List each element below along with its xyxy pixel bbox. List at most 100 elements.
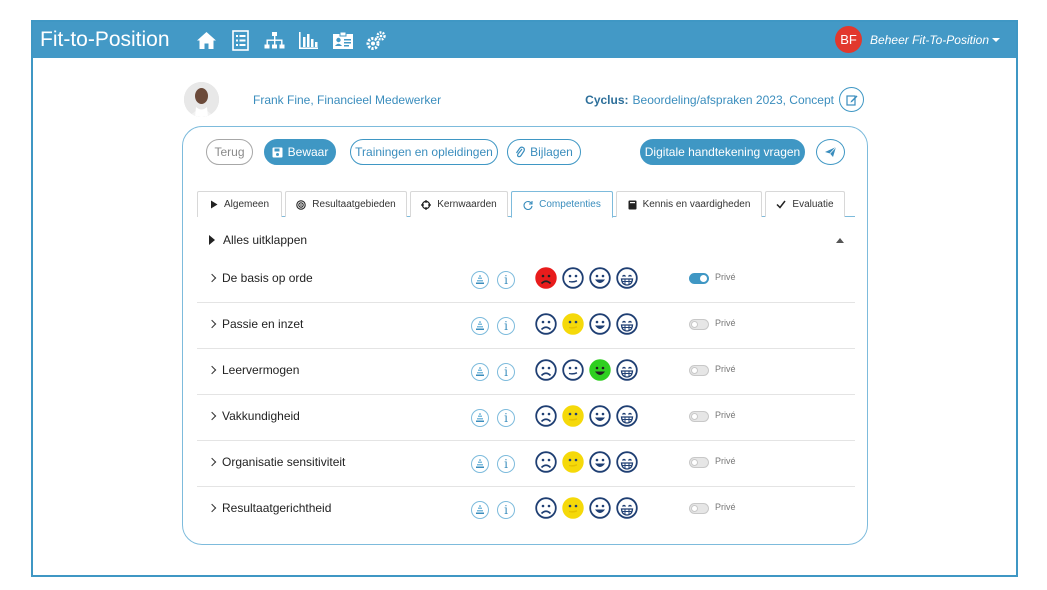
rating-happy-icon[interactable]: [589, 267, 611, 294]
private-toggle[interactable]: [689, 411, 709, 422]
private-toggle[interactable]: [689, 503, 709, 514]
competency-label[interactable]: De basis op orde: [222, 271, 313, 285]
ladder-icon[interactable]: [471, 363, 489, 381]
private-toggle[interactable]: [689, 457, 709, 468]
rating-grin-icon[interactable]: [616, 405, 638, 432]
ladder-icon[interactable]: [471, 271, 489, 289]
rating-happy-icon[interactable]: [589, 497, 611, 524]
competency-label[interactable]: Passie en inzet: [222, 317, 303, 331]
tab-evaluatie[interactable]: Evaluatie: [765, 191, 845, 217]
send-button[interactable]: [816, 139, 845, 165]
chevron-right-icon[interactable]: [207, 319, 217, 329]
private-label: Privé: [715, 318, 736, 328]
ladder-icon[interactable]: [471, 501, 489, 519]
user-menu-label[interactable]: Beheer Fit-To-Position: [870, 33, 1000, 47]
id-card-icon[interactable]: [331, 29, 354, 51]
chevron-right-icon[interactable]: [207, 411, 217, 421]
competency-row[interactable]: Vakkundigheid i Privé: [197, 395, 855, 441]
org-chart-icon[interactable]: [263, 29, 286, 51]
rating-scale: [535, 359, 638, 386]
rating-neutral-icon[interactable]: [562, 497, 584, 524]
chevron-right-icon[interactable]: [207, 273, 217, 283]
rating-happy-icon[interactable]: [589, 405, 611, 432]
crosshair-icon: [421, 199, 432, 210]
cycle-label: Cyclus:: [585, 92, 629, 107]
competency-row[interactable]: Organisatie sensitiviteit i Privé: [197, 441, 855, 487]
private-toggle[interactable]: [689, 365, 709, 376]
user-menu[interactable]: BF Beheer Fit-To-Position: [835, 26, 1000, 53]
competency-label[interactable]: Vakkundigheid: [222, 409, 300, 423]
info-icon[interactable]: i: [497, 409, 515, 427]
tab-algemeen[interactable]: Algemeen: [197, 191, 282, 217]
rating-grin-icon[interactable]: [616, 451, 638, 478]
app-title[interactable]: Fit-to-Position: [40, 28, 195, 52]
cycle-value: Beoordeling/afspraken 2023, Concept: [632, 92, 834, 107]
request-signature-button[interactable]: Digitale handtekening vragen: [640, 139, 805, 165]
attachments-button[interactable]: Bijlagen: [507, 139, 581, 165]
caret-right-icon: [209, 235, 215, 245]
competency-row[interactable]: Passie en inzet i Privé: [197, 303, 855, 349]
info-icon[interactable]: i: [497, 501, 515, 519]
info-icon[interactable]: i: [497, 455, 515, 473]
competency-label[interactable]: Organisatie sensitiviteit: [222, 455, 345, 469]
rating-happy-icon[interactable]: [589, 313, 611, 340]
tab-competenties[interactable]: Competenties: [511, 191, 613, 218]
rating-happy-icon[interactable]: [589, 359, 611, 386]
expand-all-toggle[interactable]: Alles uitklappen: [209, 233, 307, 247]
rating-neutral-icon[interactable]: [562, 359, 584, 386]
rating-sad-icon[interactable]: [535, 267, 557, 294]
competency-label[interactable]: Resultaatgerichtheid: [222, 501, 331, 515]
target-icon: [296, 199, 307, 210]
chevron-right-icon[interactable]: [207, 503, 217, 513]
rating-happy-icon[interactable]: [589, 451, 611, 478]
rating-grin-icon[interactable]: [616, 359, 638, 386]
tab-resultaatgebieden[interactable]: Resultaatgebieden: [285, 191, 407, 217]
bar-chart-icon[interactable]: [297, 29, 320, 51]
private-label: Privé: [715, 502, 736, 512]
rating-neutral-icon[interactable]: [562, 451, 584, 478]
collapse-panel-icon[interactable]: [836, 238, 844, 243]
private-toggle[interactable]: [689, 319, 709, 330]
ladder-icon[interactable]: [471, 409, 489, 427]
private-toggle[interactable]: [689, 273, 709, 284]
info-icon[interactable]: i: [497, 317, 515, 335]
rating-grin-icon[interactable]: [616, 497, 638, 524]
settings-icon[interactable]: [365, 29, 388, 51]
ladder-icon[interactable]: [471, 455, 489, 473]
trainings-button[interactable]: Trainingen en opleidingen: [350, 139, 498, 165]
rating-scale: [535, 313, 638, 340]
private-label: Privé: [715, 272, 736, 282]
rating-sad-icon[interactable]: [535, 359, 557, 386]
toggle-knob: [691, 321, 698, 328]
rating-sad-icon[interactable]: [535, 313, 557, 340]
save-button[interactable]: Bewaar: [264, 139, 336, 165]
user-avatar[interactable]: BF: [835, 26, 863, 53]
info-icon[interactable]: i: [497, 363, 515, 381]
toggle-knob: [691, 413, 698, 420]
competency-row[interactable]: De basis op orde i Privé: [197, 257, 855, 303]
back-button[interactable]: Terug: [206, 139, 253, 165]
competency-row[interactable]: Resultaatgerichtheid i Privé: [197, 487, 855, 533]
rating-grin-icon[interactable]: [616, 313, 638, 340]
tab-kennis-en-vaardigheden[interactable]: Kennis en vaardigheden: [616, 191, 762, 217]
rating-grin-icon[interactable]: [616, 267, 638, 294]
tab-kernwaarden[interactable]: Kernwaarden: [410, 191, 508, 217]
info-icon[interactable]: i: [497, 271, 515, 289]
tab-bar: Algemeen Resultaatgebieden Kernwaarden C…: [197, 191, 855, 218]
chevron-right-icon[interactable]: [207, 365, 217, 375]
rating-neutral-icon[interactable]: [562, 267, 584, 294]
list-icon[interactable]: [229, 29, 252, 51]
rating-sad-icon[interactable]: [535, 497, 557, 524]
competency-label[interactable]: Leervermogen: [222, 363, 299, 377]
chevron-right-icon[interactable]: [207, 457, 217, 467]
competency-row[interactable]: Leervermogen i Privé: [197, 349, 855, 395]
rating-neutral-icon[interactable]: [562, 405, 584, 432]
home-icon[interactable]: [195, 29, 218, 51]
top-navbar: Fit-to-Position BF Beheer Fit-To-Positio…: [33, 22, 1016, 58]
rating-sad-icon[interactable]: [535, 451, 557, 478]
edit-cycle-button[interactable]: [839, 87, 864, 112]
rating-neutral-icon[interactable]: [562, 313, 584, 340]
toggle-knob: [700, 275, 707, 282]
ladder-icon[interactable]: [471, 317, 489, 335]
rating-sad-icon[interactable]: [535, 405, 557, 432]
